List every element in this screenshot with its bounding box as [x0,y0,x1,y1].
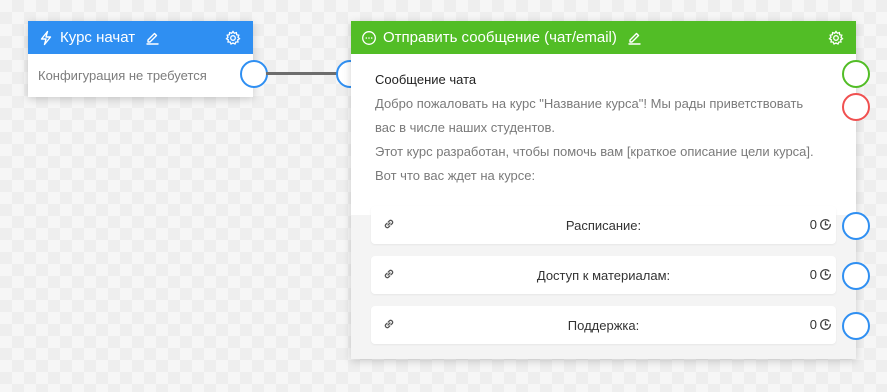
click-counter: 0 [810,217,832,232]
click-count: 0 [809,317,817,332]
chat-message-line: Этот курс разработан, чтобы помочь вам [… [375,144,814,159]
course-started-body: Конфигурация не требуется [38,68,207,83]
clock-icon [819,218,832,231]
course-started-node[interactable]: Курс начат Конфигурация не требуется [28,21,253,97]
chat-message-line: вас в числе наших студентов. [375,120,556,135]
click-count: 0 [809,217,817,232]
clock-icon [819,318,832,331]
button-output-port[interactable] [842,312,870,340]
course-started-title: Курс начат [60,29,136,46]
connection-line[interactable] [266,72,338,75]
button-output-port[interactable] [842,262,870,290]
message-button-row[interactable]: Расписание: 0 [371,206,836,244]
message-button-row[interactable]: Поддержка: 0 [371,306,836,344]
send-message-node[interactable]: Отправить сообщение (чат/email) Сообщени… [351,21,856,359]
message-button-row[interactable]: Доступ к материалам: 0 [371,256,836,294]
gear-icon[interactable] [828,29,844,46]
message-success-output-port[interactable] [842,60,870,88]
chat-message-line: Вот что вас ждет на курсе: [375,168,536,183]
chat-message-body: Сообщение чата Добро пожаловать на курс … [351,54,856,215]
button-output-port[interactable] [842,212,870,240]
click-counter: 0 [810,317,832,332]
send-message-header[interactable]: Отправить сообщение (чат/email) [351,21,856,54]
message-button-label: Расписание: [565,218,642,233]
lightning-icon [38,30,54,46]
click-counter: 0 [810,267,832,282]
clock-icon [819,268,832,281]
chat-bubble-icon [361,30,377,46]
pencil-icon[interactable] [145,30,160,45]
message-failure-output-port[interactable] [842,93,870,121]
message-button-label: Поддержка: [567,318,640,333]
start-node-output-port[interactable] [240,60,268,88]
click-count: 0 [809,267,817,282]
pencil-icon[interactable] [627,30,642,45]
send-message-title: Отправить сообщение (чат/email) [383,29,617,46]
chat-message-line: Добро пожаловать на курс "Название курса… [375,96,804,111]
course-started-header[interactable]: Курс начат [28,21,253,54]
gear-icon[interactable] [225,29,241,46]
chat-message-title: Сообщение чата [375,72,477,87]
message-buttons-list: Расписание: 0 Доступ к материалам: 0 Под… [371,206,836,356]
message-button-label: Доступ к материалам: [536,268,671,283]
